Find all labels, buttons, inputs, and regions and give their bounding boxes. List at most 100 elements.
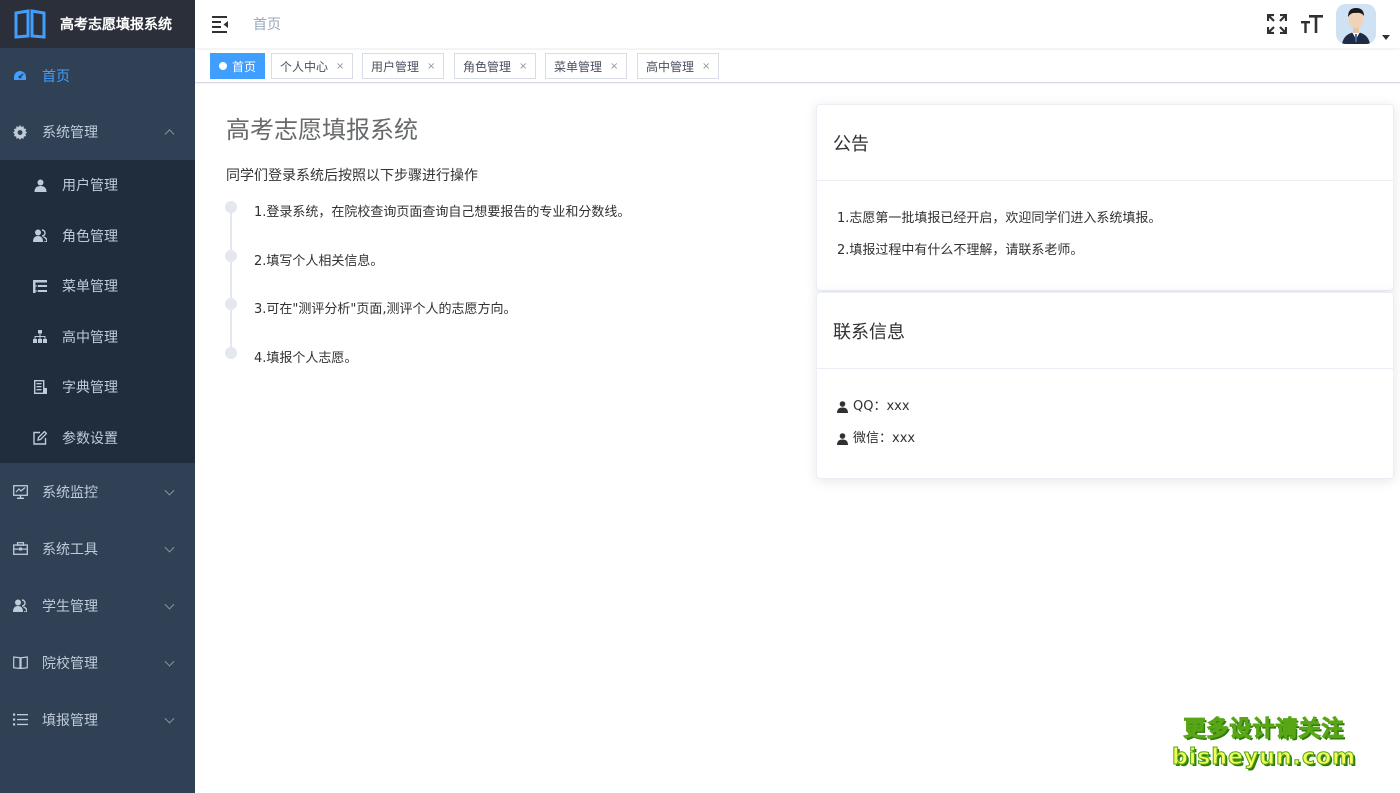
system-submenu: 用户管理 角色管理 菜单管理 高中管理 字典管理 参数设置 [0, 160, 195, 463]
font-size-icon[interactable] [1301, 13, 1323, 35]
notice-line: 2.填报过程中有什么不理解，请联系老师。 [837, 235, 1373, 267]
tags-view: 首页 个人中心 × 用户管理 × 角色管理 × 菜单管理 × 高中管理 × [195, 50, 1400, 83]
tag-roles[interactable]: 角色管理 × [454, 53, 537, 79]
contact-card-title: 联系信息 [817, 293, 1393, 369]
edit-icon [32, 430, 48, 446]
sidebar-item-label: 学生管理 [42, 598, 98, 615]
watermark-line: 更多设计请关注 [1183, 717, 1345, 743]
intro-section: 高考志愿填报系统 同学们登录系统后按照以下步骤进行操作 1.登录系统，在院校查询… [225, 110, 786, 395]
watermark: 更多设计请关注 bisheyun.com [1171, 716, 1357, 772]
app-title: 高考志愿填报系统 [60, 17, 172, 33]
chevron-down-icon [164, 713, 175, 724]
user-icon [32, 177, 48, 193]
notice-line-text: 2.填报过程中有什么不理解，请联系老师。 [837, 243, 1084, 258]
sidebar-item-label: 字典管理 [62, 380, 118, 397]
close-icon[interactable]: × [702, 61, 710, 72]
close-icon[interactable]: × [427, 61, 435, 72]
user-icon [837, 433, 848, 445]
fullscreen-icon[interactable] [1266, 13, 1288, 35]
contact-line-text: QQ：xxx [853, 399, 910, 414]
book-logo-icon [14, 9, 46, 39]
sidebar-item-students[interactable]: 学生管理 [0, 577, 195, 634]
sidebar-item-tools[interactable]: 系统工具 [0, 520, 195, 577]
tag-users[interactable]: 用户管理 × [362, 53, 445, 79]
timeline-node [225, 249, 237, 262]
tag-schools[interactable]: 高中管理 × [637, 53, 720, 79]
sidebar-item-label: 系统监控 [42, 484, 98, 501]
timeline-node [225, 201, 237, 213]
tag-label: 高中管理 [646, 59, 695, 74]
sidebar-item-parameters[interactable]: 参数设置 [0, 413, 195, 464]
gear-icon [12, 124, 28, 140]
tag-label: 个人中心 [280, 59, 329, 74]
peoples-icon [12, 598, 28, 614]
monitor-icon [12, 484, 28, 500]
contact-card: 联系信息 QQ：xxx 微信：xxx [816, 292, 1394, 479]
hamburger-icon[interactable] [211, 14, 231, 34]
breadcrumb[interactable]: 首页 [253, 14, 281, 34]
close-icon[interactable]: × [519, 61, 527, 72]
caret-down-icon[interactable] [1382, 34, 1390, 40]
notice-line: 1.志愿第一批填报已经开启，欢迎同学们进入系统填报。 [837, 203, 1373, 235]
close-icon[interactable]: × [336, 61, 344, 72]
sidebar-item-label: 院校管理 [42, 655, 98, 672]
sidebar-item-label: 系统管理 [42, 125, 98, 141]
sidebar-item-label: 菜单管理 [62, 279, 118, 296]
sidebar-item-label: 用户管理 [62, 178, 118, 195]
sidebar-item-monitor[interactable]: 系统监控 [0, 463, 195, 520]
sidebar-item-schools[interactable]: 高中管理 [0, 312, 195, 363]
active-dot-icon [219, 62, 227, 70]
book-icon [12, 655, 28, 671]
dict-icon [32, 379, 48, 395]
notice-card-title: 公告 [817, 105, 1393, 181]
sidebar-item-label: 系统工具 [42, 541, 98, 558]
dashboard-icon [12, 68, 28, 84]
main-content: 高考志愿填报系统 同学们登录系统后按照以下步骤进行操作 1.登录系统，在院校查询… [195, 84, 1400, 793]
timeline-step: 2.填写个人相关信息。 [225, 249, 786, 299]
step-text: 4.填报个人志愿。 [254, 350, 358, 366]
sidebar-item-dictionary[interactable]: 字典管理 [0, 362, 195, 413]
contact-line: QQ：xxx [837, 391, 1373, 423]
sidebar: 高考志愿填报系统 首页 系统管理 用户管理 角色管理 菜单管理 高中管理 字典管… [0, 0, 195, 793]
sidebar-item-roles[interactable]: 角色管理 [0, 211, 195, 262]
sidebar-item-label: 填报管理 [42, 712, 98, 729]
tag-home[interactable]: 首页 [210, 53, 266, 79]
page-title: 高考志愿填报系统 [226, 116, 418, 144]
contact-card-body: QQ：xxx 微信：xxx [817, 369, 1393, 455]
step-text: 2.填写个人相关信息。 [254, 253, 384, 269]
notice-card: 公告 1.志愿第一批填报已经开启，欢迎同学们进入系统填报。 2.填报过程中有什么… [816, 104, 1394, 291]
sidebar-logo[interactable]: 高考志愿填报系统 [0, 0, 195, 48]
navbar: 首页 [195, 0, 1400, 48]
sidebar-item-home[interactable]: 首页 [0, 48, 195, 104]
notice-card-body: 1.志愿第一批填报已经开启，欢迎同学们进入系统填报。 2.填报过程中有什么不理解… [817, 181, 1393, 267]
list-icon [12, 712, 28, 728]
timeline-step: 3.可在"测评分析"页面,测评个人的志愿方向。 [225, 298, 786, 347]
toolbox-icon [12, 541, 28, 557]
tag-menus[interactable]: 菜单管理 × [545, 53, 628, 79]
close-icon[interactable]: × [610, 61, 618, 72]
sidebar-item-users[interactable]: 用户管理 [0, 160, 195, 211]
sidebar-item-system[interactable]: 系统管理 [0, 104, 195, 160]
chevron-down-icon [164, 542, 175, 553]
avatar[interactable] [1336, 4, 1376, 44]
timeline-node [225, 346, 237, 359]
sidebar-item-colleges[interactable]: 院校管理 [0, 634, 195, 691]
tree-table-icon [32, 278, 48, 294]
tag-label: 菜单管理 [554, 59, 603, 74]
timeline-step: 1.登录系统，在院校查询页面查询自己想要报告的专业和分数线。 [225, 201, 786, 250]
page-subtitle: 同学们登录系统后按照以下步骤进行操作 [226, 168, 478, 184]
watermark-line: bisheyun.com [1171, 745, 1357, 771]
timeline-line [230, 209, 232, 354]
tag-label: 首页 [232, 59, 257, 74]
sidebar-item-menus[interactable]: 菜单管理 [0, 261, 195, 312]
tag-label: 角色管理 [463, 59, 512, 74]
tag-profile[interactable]: 个人中心 × [271, 53, 354, 79]
tree-icon [32, 329, 48, 345]
peoples-icon [32, 228, 48, 244]
sidebar-item-applications[interactable]: 填报管理 [0, 691, 195, 748]
step-text: 1.登录系统，在院校查询页面查询自己想要报告的专业和分数线。 [254, 205, 631, 220]
chevron-down-icon [164, 656, 175, 667]
sidebar-item-label: 首页 [42, 69, 70, 85]
sidebar-item-label: 角色管理 [62, 228, 118, 245]
timeline-node [225, 298, 237, 310]
